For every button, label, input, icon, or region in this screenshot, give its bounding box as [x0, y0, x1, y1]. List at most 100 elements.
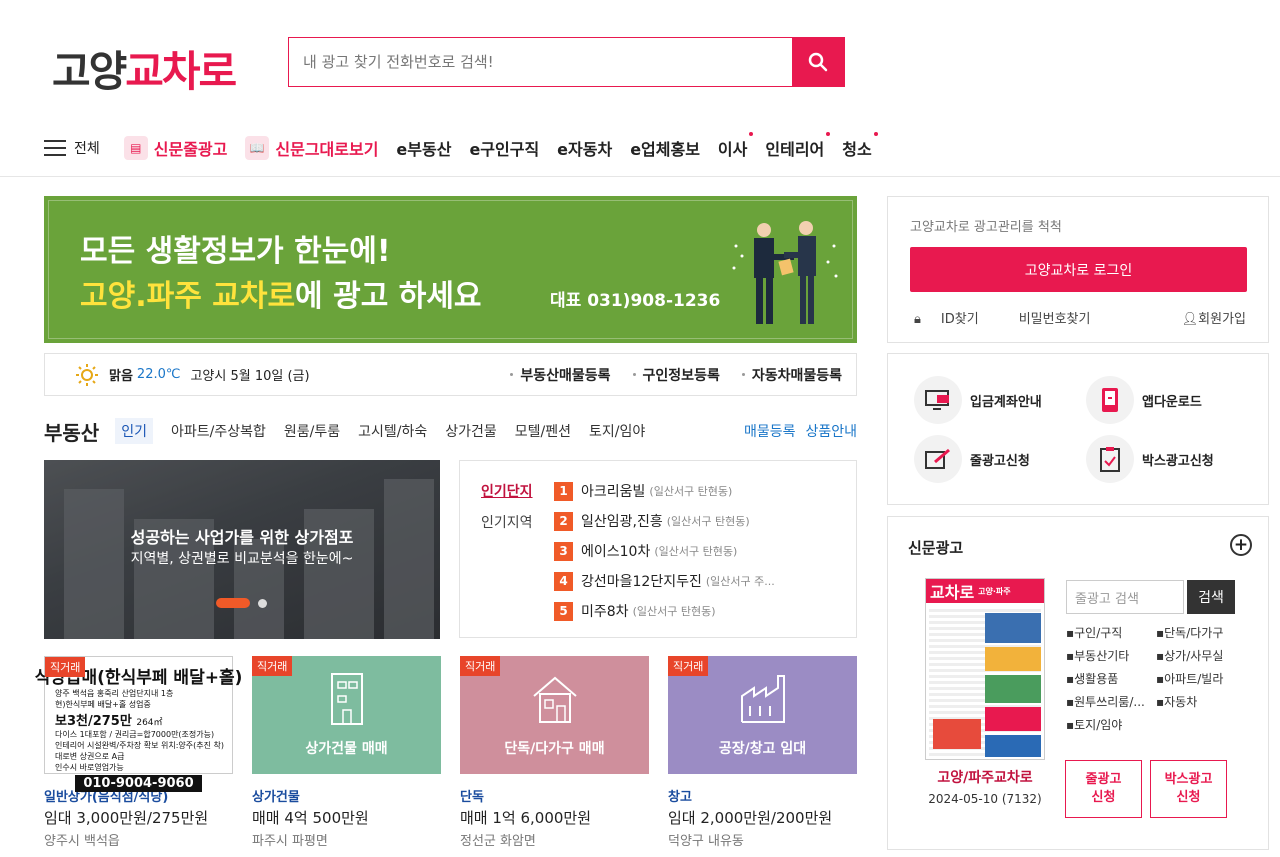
nav-item-jobs[interactable]: e구인구직	[469, 136, 539, 160]
popular-complex-tab[interactable]: 인기단지	[481, 481, 533, 501]
slider-dot[interactable]	[258, 598, 267, 608]
nav-newspaper-ad[interactable]: ▤ 신문줄광고	[123, 136, 228, 160]
nav-item-realestate[interactable]: e부동산	[396, 136, 451, 160]
ad-line: 인수시 바로영업가능	[55, 763, 124, 772]
category-link[interactable]: ▪상가/사무실	[1156, 647, 1246, 664]
nav-newspaper-view-label: 신문그대로보기	[275, 140, 379, 159]
listing-image: 직거래 공장/창고 임대	[668, 656, 857, 774]
listing-image: 직거래 상가건물 매매	[252, 656, 441, 774]
listing-location: 양주시 백석읍	[44, 834, 120, 849]
listing-card[interactable]: 직거래 단독/다가구 매매 단독 매매 1억 6,000만원 정선군 화암면	[460, 656, 649, 849]
service-line-ad[interactable]: 줄광고신청	[914, 435, 1030, 483]
logo-text-brand: 교차로	[125, 47, 237, 96]
tab-popular[interactable]: 인기	[115, 418, 153, 444]
category-link[interactable]: ▪부동산기타	[1066, 647, 1156, 664]
hero-subtitle: 지역별, 상권별로 비교분석을 한눈에~	[130, 551, 354, 567]
tab-land[interactable]: 토지/임야	[589, 421, 645, 441]
tab-oneroom[interactable]: 원룸/투룸	[284, 421, 340, 441]
login-button[interactable]: 고양교차로 로그인	[910, 247, 1247, 292]
popular-item[interactable]: 4 강선마을12단지두진 (일산서구 주...	[554, 571, 775, 591]
category-link[interactable]: ▪원투쓰리룸/...	[1066, 693, 1156, 710]
paper-masthead: 교차로 고양·파주	[926, 579, 1044, 603]
popular-area-tab[interactable]: 인기지역	[481, 512, 533, 532]
paper-masthead-sub: 고양·파주	[978, 586, 1011, 596]
popular-location: (일산서구 탄현동)	[666, 515, 750, 528]
nav-newspaper-ad-label: 신문줄광고	[153, 140, 228, 159]
rank-badge: 5	[554, 601, 573, 621]
box-ad-apply-button[interactable]: 박스광고 신청	[1150, 760, 1227, 818]
category-label: 토지/임야	[1074, 718, 1123, 732]
banner-line2-rest: 에 광고 하세요	[295, 279, 482, 314]
nav-item-cleaning[interactable]: 청소	[842, 132, 879, 160]
handshake-illustration	[732, 221, 838, 324]
nav-item-business[interactable]: e업체홍보	[630, 136, 700, 160]
slider-dot-active[interactable]	[216, 598, 250, 608]
hero-slider[interactable]: 성공하는 사업가를 위한 상가점포 지역별, 상권별로 비교분석을 한눈에~	[44, 460, 440, 639]
category-link[interactable]: ▪구인/구직	[1066, 624, 1156, 641]
listing-card[interactable]: 직거래 공장/창고 임대 창고 임대 2,000만원/200만원 덕양구 내유동	[668, 656, 857, 849]
tab-motel[interactable]: 모텔/펜션	[515, 421, 571, 441]
ad-price-text: 보3천/275만	[55, 714, 132, 729]
popular-name: 미주8차	[581, 604, 629, 620]
popular-name: 강선마을12단지두진	[581, 574, 702, 590]
popular-item[interactable]: 3 에이스10차 (일산서구 탄현동)	[554, 541, 737, 561]
slider-pagination	[216, 598, 267, 608]
popular-item[interactable]: 2 일산임광,진흥 (일산서구 탄현동)	[554, 511, 750, 531]
link-car-register[interactable]: 자동차매물등록	[741, 365, 842, 385]
popular-location: (일산서구 탄현동)	[649, 485, 733, 498]
listing-card[interactable]: 직거래 식당급매(한식부페 배달+홀) 양주 백석읍 홍죽리 산업단지내 1층 …	[35, 656, 242, 849]
tab-apartment[interactable]: 아파트/주상복합	[171, 421, 266, 441]
listing-category: 상가건물	[252, 790, 300, 805]
find-id-link[interactable]: 🔒︎ ID찾기	[914, 308, 999, 327]
line-ad-apply-button[interactable]: 줄광고 신청	[1065, 760, 1142, 818]
service-box-ad[interactable]: 박스광고신청	[1086, 435, 1214, 483]
factory-icon	[741, 675, 785, 723]
search-input[interactable]	[289, 38, 792, 86]
search-button[interactable]	[792, 38, 844, 86]
login-box: 고양교차로 광고관리를 척척 고양교차로 로그인 🔒︎ ID찾기 비밀번호찾기 👤…	[887, 196, 1269, 343]
tab-commercial[interactable]: 상가건물	[445, 421, 497, 441]
ad-banner[interactable]: 모든 생활정보가 한눈에! 고양.파주 교차로에 광고 하세요 대표 031)9…	[44, 196, 857, 343]
link-product-info[interactable]: 상품안내	[805, 421, 857, 441]
popular-item[interactable]: 5 미주8차 (일산서구 탄현동)	[554, 601, 715, 621]
nav-item-cars[interactable]: e자동차	[557, 136, 612, 160]
nav-item-interior[interactable]: 인테리어	[765, 132, 831, 160]
nav-newspaper-view[interactable]: 📖 신문그대로보기	[245, 136, 378, 160]
link-realestate-register[interactable]: 부동산매물등록	[510, 365, 611, 385]
find-password-link[interactable]: 비밀번호찾기	[1019, 308, 1091, 327]
service-label: 앱다운로드	[1142, 394, 1202, 410]
nav-all-menu[interactable]: 전체	[44, 138, 100, 158]
line-ad-search-button[interactable]: 검색	[1187, 580, 1235, 614]
nav-item-moving[interactable]: 이사	[718, 132, 754, 160]
newspaper-thumbnail[interactable]: 교차로 고양·파주	[925, 578, 1045, 760]
category-link[interactable]: ▪토지/임야	[1066, 716, 1156, 733]
category-link[interactable]: ▪생활용품	[1066, 670, 1156, 687]
tab-goshitel[interactable]: 고시텔/하숙	[358, 421, 427, 441]
category-link[interactable]: ▪단독/다가구	[1156, 624, 1246, 641]
ad-phone: 010-9004-9060	[75, 775, 202, 792]
edit-icon	[914, 435, 962, 483]
paper-name[interactable]: 고양/파주교차로	[925, 767, 1045, 787]
plus-icon[interactable]: +	[1230, 534, 1252, 556]
site-logo[interactable]: 고양교차로	[52, 38, 237, 99]
user-icon: 👤︎	[1181, 312, 1199, 327]
service-bank-account[interactable]: 입금계좌안내	[914, 376, 1042, 424]
line-ad-search-input[interactable]: 줄광고 검색	[1066, 580, 1184, 614]
signup-link[interactable]: 👤︎회원가입	[1182, 308, 1246, 327]
rank-badge: 1	[554, 481, 573, 501]
link-register-listing[interactable]: 매물등록	[744, 421, 796, 441]
paper-date: 2024-05-10 (7132)	[928, 792, 1042, 806]
category-link[interactable]: ▪자동차	[1156, 693, 1246, 710]
weather-bar: 맑음 22.0℃ 고양시 5월 10일 (금) 부동산매물등록 구인정보등록 자…	[44, 353, 857, 396]
banner-highlight: 고양.파주 교차로	[80, 279, 296, 314]
service-app-download[interactable]: 앱다운로드	[1086, 376, 1202, 424]
category-link[interactable]: ▪아파트/빌라	[1156, 670, 1246, 687]
link-job-register[interactable]: 구인정보등록	[632, 365, 720, 385]
signup-label: 회원가입	[1198, 312, 1246, 327]
category-label: 단독/다가구	[1164, 626, 1224, 640]
popular-item[interactable]: 1 아크리움빌 (일산서구 탄현동)	[554, 481, 732, 501]
paper-masthead-text: 교차로	[930, 583, 975, 602]
logo-text-region: 고양	[52, 47, 127, 96]
listing-card[interactable]: 직거래 상가건물 매매 상가건물 매매 4억 500만원 파주시 파평면	[252, 656, 441, 849]
listing-category: 창고	[668, 790, 692, 805]
